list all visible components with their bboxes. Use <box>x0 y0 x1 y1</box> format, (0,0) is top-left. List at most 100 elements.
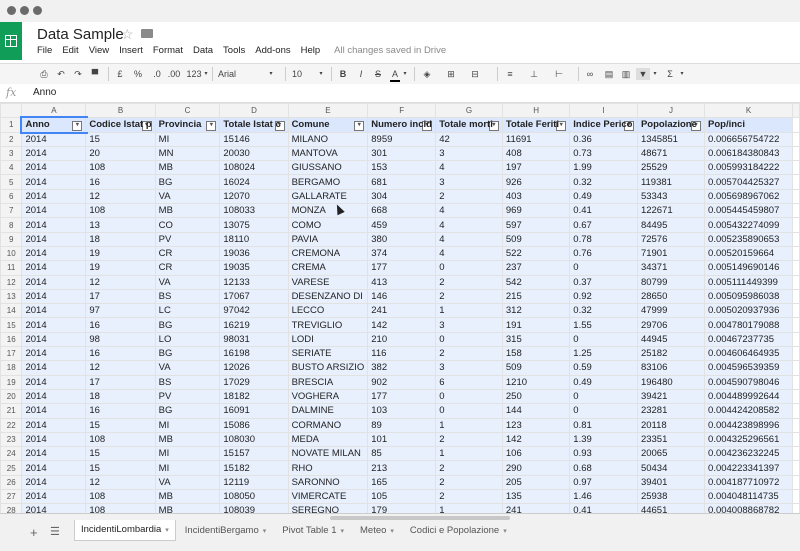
cell[interactable]: 44945 <box>636 331 706 348</box>
cell[interactable]: MI <box>154 417 221 433</box>
cell[interactable]: 123 <box>501 417 571 433</box>
cell[interactable]: 47999 <box>636 303 706 319</box>
cell[interactable]: 0.006656754722 <box>704 131 793 147</box>
cell[interactable] <box>792 203 800 219</box>
cell[interactable]: 15 <box>85 417 156 433</box>
sheet-tab[interactable]: IncidentiLombardia ▾ <box>74 520 176 541</box>
cell[interactable]: 6 <box>435 374 503 390</box>
strikethrough-button[interactable]: S <box>373 68 383 80</box>
cell[interactable]: 213 <box>367 460 437 476</box>
cell[interactable]: 2014 <box>21 160 87 176</box>
cell[interactable]: 237 <box>501 260 571 276</box>
cell[interactable]: MB <box>154 160 221 176</box>
cell[interactable]: VIMERCATE <box>287 489 369 505</box>
cell[interactable]: 98 <box>85 331 156 348</box>
cell[interactable]: 23281 <box>636 403 706 419</box>
cell[interactable]: BERGAMO <box>287 174 369 190</box>
font-size-chevron-icon[interactable]: ▾ <box>318 68 324 80</box>
cell[interactable]: 0.004423898996 <box>704 417 793 433</box>
cell[interactable]: 20065 <box>636 446 706 462</box>
cell[interactable]: 0.004187710972 <box>704 474 793 491</box>
cell[interactable]: BUSTO ARSIZIO <box>287 360 369 376</box>
cell[interactable]: 0.005020937936 <box>704 303 793 319</box>
cell[interactable]: 146 <box>367 288 437 305</box>
cell[interactable]: 108 <box>85 431 156 448</box>
cell[interactable]: 97042 <box>219 303 289 319</box>
row-header[interactable]: 13 <box>0 288 23 305</box>
all-sheets-icon[interactable]: ☰ <box>50 525 60 538</box>
cell[interactable]: 4 <box>435 231 503 247</box>
cell[interactable]: 197 <box>501 160 571 176</box>
cell[interactable]: 13075 <box>219 217 289 233</box>
menu-edit[interactable]: Edit <box>62 45 78 59</box>
tab-chevron-icon[interactable]: ▾ <box>390 528 394 535</box>
cell[interactable]: 1.99 <box>569 160 638 176</box>
cell[interactable]: 1.25 <box>569 346 638 362</box>
sheet-tab[interactable]: IncidentiBergamo ▾ <box>178 520 273 542</box>
cell[interactable] <box>792 231 800 247</box>
menu-tools[interactable]: Tools <box>223 45 245 59</box>
cell[interactable]: 2014 <box>21 331 87 348</box>
cell[interactable]: 108 <box>85 203 156 219</box>
cell[interactable]: 12070 <box>219 188 289 205</box>
cell[interactable]: COMO <box>287 217 369 233</box>
cell[interactable]: 105 <box>367 489 437 505</box>
row-header[interactable]: 26 <box>0 474 23 491</box>
cell[interactable]: BS <box>154 374 221 390</box>
sheet-tab[interactable]: Pivot Table 1 ▾ <box>275 520 351 542</box>
cell[interactable] <box>792 274 800 290</box>
cell[interactable]: 16091 <box>219 403 289 419</box>
cell[interactable]: 2014 <box>21 388 87 405</box>
font-chevron-icon[interactable]: ▾ <box>268 68 274 80</box>
cell[interactable]: 108039 <box>219 503 289 513</box>
cell[interactable]: 2014 <box>21 203 87 219</box>
increase-decimals-button[interactable]: .00 <box>167 68 181 80</box>
cell[interactable]: BG <box>154 174 221 190</box>
cell[interactable]: PV <box>154 388 221 405</box>
cell[interactable]: 2014 <box>21 274 87 290</box>
cell[interactable]: 315 <box>501 331 571 348</box>
cell[interactable]: 0 <box>435 388 503 405</box>
cell[interactable]: 0 <box>435 403 503 419</box>
row-header[interactable]: 9 <box>0 231 23 247</box>
row-header[interactable]: 17 <box>0 346 23 362</box>
cell[interactable]: LODI <box>287 331 369 348</box>
cell[interactable]: 84495 <box>636 217 706 233</box>
cell[interactable]: VA <box>154 274 221 290</box>
cell[interactable]: RHO <box>287 460 369 476</box>
cell[interactable]: 196480 <box>636 374 706 390</box>
currency-button[interactable]: £ <box>115 68 125 80</box>
cell[interactable]: 0.32 <box>569 303 638 319</box>
cell[interactable]: 8959 <box>367 131 437 147</box>
cell[interactable]: 0.67 <box>569 217 638 233</box>
cell[interactable]: 205 <box>501 474 571 491</box>
cell[interactable]: 108 <box>85 489 156 505</box>
cell[interactable]: 23351 <box>636 431 706 448</box>
column-header-extra[interactable] <box>792 103 800 119</box>
row-header[interactable]: 15 <box>0 317 23 333</box>
cell[interactable] <box>792 188 800 205</box>
cell[interactable]: 0.78 <box>569 231 638 247</box>
cell[interactable]: 522 <box>501 245 571 262</box>
menu-data[interactable]: Data <box>193 45 213 59</box>
cell[interactable]: 210 <box>367 331 437 348</box>
cell[interactable]: 0.93 <box>569 446 638 462</box>
cell[interactable]: 19 <box>85 260 156 276</box>
cell[interactable]: 1 <box>435 503 503 513</box>
cell[interactable]: 2014 <box>21 245 87 262</box>
cell[interactable]: 2014 <box>21 474 87 491</box>
cell[interactable]: 1.39 <box>569 431 638 448</box>
cell[interactable]: 12026 <box>219 360 289 376</box>
row-header[interactable]: 4 <box>0 160 23 176</box>
row-header[interactable]: 21 <box>0 403 23 419</box>
cell[interactable]: 668 <box>367 203 437 219</box>
menu-insert[interactable]: Insert <box>119 45 143 59</box>
cell[interactable]: 0.32 <box>569 174 638 190</box>
row-header[interactable]: 3 <box>0 145 23 162</box>
filter-dropdown-icon[interactable]: ▾ <box>206 120 217 131</box>
cell[interactable]: CR <box>154 260 221 276</box>
header-cell[interactable]: ▾ Totale Feriti <box>501 117 571 133</box>
cell[interactable] <box>792 303 800 319</box>
cell[interactable]: 108 <box>85 160 156 176</box>
cell[interactable]: 0.73 <box>569 145 638 162</box>
